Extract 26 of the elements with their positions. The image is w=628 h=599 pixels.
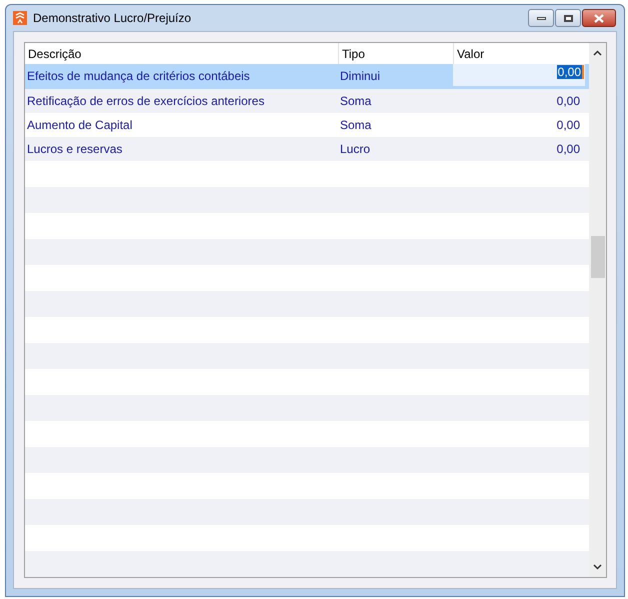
table-cell-text: 0,00 — [556, 140, 581, 158]
table-row[interactable]: Lucros e reservas Lucro 0,00 — [25, 136, 589, 161]
maximize-button[interactable] — [555, 9, 581, 27]
table-cell-text: Soma — [339, 116, 372, 134]
window-title: Demonstrativo Lucro/Prejuízo — [33, 10, 192, 27]
table-cell-text: Retificação de erros de exercícios anteriores — [26, 92, 266, 110]
table-cell-text: 0,00 — [556, 116, 581, 134]
minimize-button[interactable] — [528, 9, 554, 27]
table-cell-text: Aumento de Capital — [26, 116, 134, 134]
column-header[interactable]: Descrição — [25, 43, 338, 64]
close-button[interactable] — [582, 9, 616, 27]
scroll-down-icon[interactable] — [593, 564, 602, 570]
scrollbar-thumb[interactable] — [590, 236, 604, 278]
value-input-field[interactable]: 0,00 — [453, 64, 585, 86]
scroll-up-icon[interactable] — [593, 50, 602, 56]
app-logo-icon — [13, 11, 27, 25]
table-row[interactable]: Retificação de erros de exercícios anteriores Soma 0,00 — [25, 88, 589, 113]
close-icon — [594, 14, 604, 22]
table-cell-text: Lucros e reservas — [26, 140, 124, 158]
table-cell-text: Soma — [339, 92, 372, 110]
table-cell-text: Lucro — [339, 140, 372, 158]
table-cell-text: 0,00 — [556, 92, 581, 110]
table-row[interactable]: Efeitos de mudança de critérios contábeis Diminui 0,00 — [25, 64, 589, 89]
table-cell-text: Diminui — [339, 68, 382, 86]
vertical-scrollbar[interactable] — [589, 43, 606, 577]
table-cell-text: Efeitos de mudança de critérios contábeis — [26, 68, 251, 86]
